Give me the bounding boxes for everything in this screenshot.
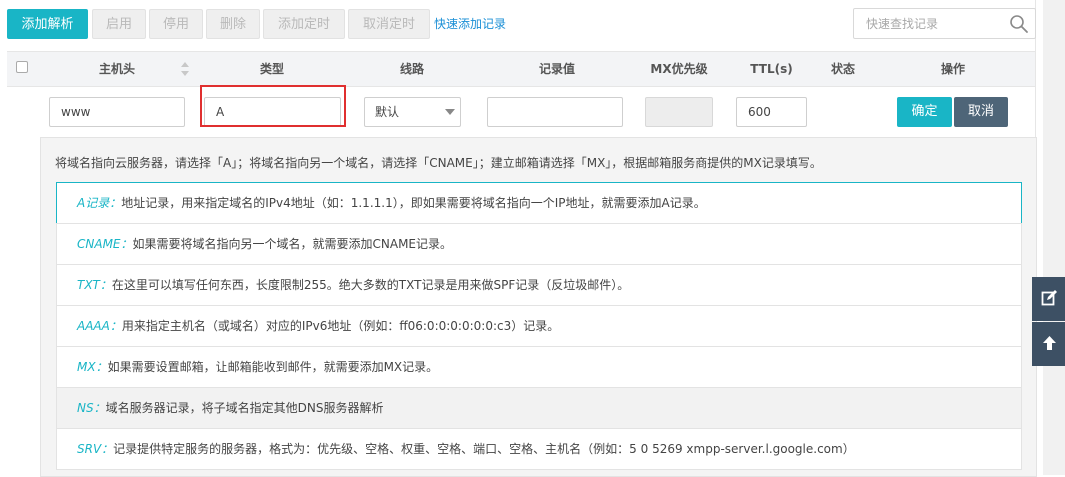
page-scroll-gutter [1043, 0, 1065, 475]
enable-button[interactable]: 启用 [92, 9, 146, 39]
hint-item-mx[interactable]: MX：如果需要设置邮箱，让邮箱能收到邮件，就需要添加MX记录。 [56, 346, 1022, 388]
column-actions: 操作 [940, 62, 965, 76]
add-schedule-button[interactable]: 添加定时 [263, 9, 345, 39]
column-ttl: TTL(s) [750, 62, 793, 76]
hint-item-srv[interactable]: SRV：记录提供特定服务的服务器，格式为：优先级、空格、权重、空格、端口、空格、… [56, 428, 1022, 470]
hint-type-label: MX： [77, 360, 108, 374]
type-field-highlight [200, 85, 346, 127]
record-type-hint-panel: 将域名指向云服务器，请选择「A」；将域名指向另一个域名，请选择「CNAME」；建… [40, 137, 1037, 477]
hint-type-label: SRV： [77, 442, 114, 456]
record-edit-row: 默认 确定 取消 [7, 85, 1035, 136]
hint-intro: 将域名指向云服务器，请选择「A」；将域名指向另一个域名，请选择「CNAME」；建… [55, 156, 822, 170]
hint-item-aaaa[interactable]: AAAA：用来指定主机名（或域名）对应的IPv6地址（例如：ff06:0:0:0… [56, 305, 1022, 347]
hint-item-a[interactable]: A记录：地址记录，用来指定域名的IPv4地址（如：1.1.1.1），即如果需要将… [56, 182, 1022, 224]
edit-icon [1041, 290, 1057, 306]
chevron-down-icon [445, 109, 455, 115]
hint-text: 域名服务器记录，将子域名指定其他DNS服务器解析 [105, 401, 384, 415]
arrow-up-icon [1043, 336, 1056, 350]
hint-text: 在这里可以填写任何东西，长度限制255。绝大多数的TXT记录是用来做SPF记录（… [111, 278, 630, 292]
hint-type-label: TXT： [77, 278, 112, 292]
hint-text: 如果需要将域名指向另一个域名，就需要添加CNAME记录。 [132, 237, 453, 251]
column-host: 主机头 [98, 62, 135, 76]
add-record-button[interactable]: 添加解析 [7, 9, 88, 39]
hint-type-label: NS： [77, 401, 106, 415]
cancel-button[interactable]: 取消 [954, 97, 1008, 127]
feedback-button[interactable] [1032, 277, 1065, 321]
disable-button[interactable]: 停用 [149, 9, 203, 39]
delete-button[interactable]: 删除 [206, 9, 260, 39]
confirm-button[interactable]: 确定 [897, 97, 952, 127]
column-value: 记录值 [538, 62, 575, 76]
back-to-top-button[interactable] [1032, 322, 1065, 366]
hint-item-ns[interactable]: NS：域名服务器记录，将子域名指定其他DNS服务器解析 [56, 387, 1022, 429]
record-value-input[interactable] [487, 97, 623, 127]
search-box [853, 8, 1036, 39]
column-type: 类型 [259, 62, 284, 76]
table-header: 主机头 类型 线路 记录值 MX优先级 TTL(s) 状态 操作 [7, 51, 1035, 87]
hint-type-label: CNAME： [77, 237, 133, 251]
select-all-checkbox[interactable] [16, 61, 28, 73]
hint-item-cname[interactable]: CNAME：如果需要将域名指向另一个域名，就需要添加CNAME记录。 [56, 223, 1022, 265]
hint-text: 地址记录，用来指定域名的IPv4地址（如：1.1.1.1），即如果需要将域名指向… [121, 196, 706, 210]
search-icon[interactable] [1009, 14, 1029, 34]
sort-icon[interactable] [180, 61, 190, 77]
mx-priority-input [645, 97, 713, 127]
hint-text: 记录提供特定服务的服务器，格式为：优先级、空格、权重、空格、端口、空格、主机名（… [113, 442, 855, 456]
ttl-input[interactable] [736, 97, 807, 127]
hint-type-label: A记录： [77, 196, 122, 210]
host-input[interactable] [49, 97, 185, 127]
hint-text: 用来指定主机名（或域名）对应的IPv6地址（例如：ff06:0:0:0:0:0:… [121, 319, 560, 333]
hint-text: 如果需要设置邮箱，让邮箱能收到邮件，就需要添加MX记录。 [107, 360, 439, 374]
search-input[interactable] [855, 10, 1005, 37]
hint-item-txt[interactable]: TXT：在这里可以填写任何东西，长度限制255。绝大多数的TXT记录是用来做SP… [56, 264, 1022, 306]
quick-add-record-link[interactable]: 快速添加记录 [434, 15, 506, 32]
column-line: 线路 [399, 62, 424, 76]
line-select[interactable]: 默认 [364, 97, 461, 127]
column-status: 状态 [830, 62, 855, 76]
column-mx-priority: MX优先级 [650, 62, 708, 76]
line-select-value: 默认 [375, 105, 400, 119]
hint-type-label: AAAA： [77, 319, 122, 333]
cancel-schedule-button[interactable]: 取消定时 [348, 9, 430, 39]
